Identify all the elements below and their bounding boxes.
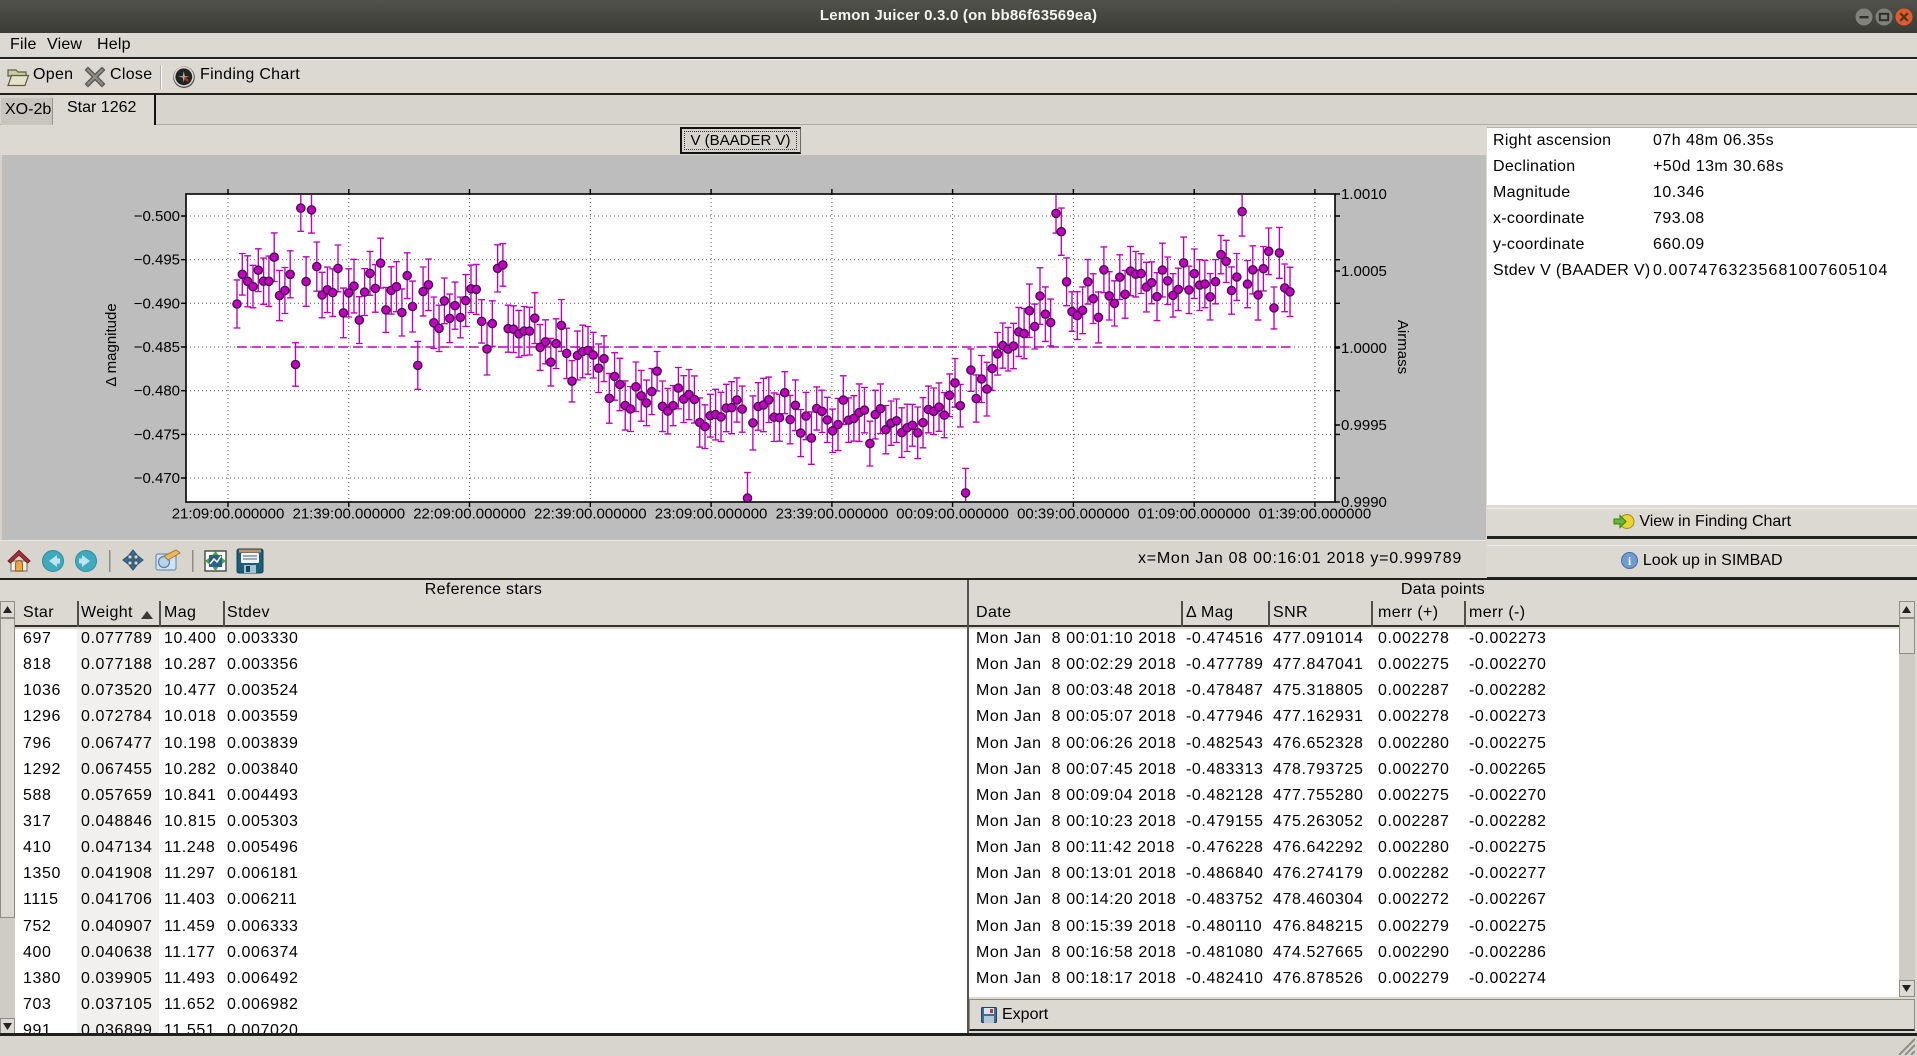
svg-text:23:09:00.000000: 23:09:00.000000 xyxy=(655,506,768,523)
svg-text:−0.500: −0.500 xyxy=(134,208,180,225)
svg-text:00:09:00.000000: 00:09:00.000000 xyxy=(896,506,1009,523)
svg-text:−0.470: −0.470 xyxy=(134,470,180,487)
svg-text:22:09:00.000000: 22:09:00.000000 xyxy=(413,506,526,523)
svg-text:00:39:00.000000: 00:39:00.000000 xyxy=(1017,506,1130,523)
svg-text:0.9995: 0.9995 xyxy=(1341,417,1387,434)
svg-text:−0.490: −0.490 xyxy=(134,295,180,312)
svg-text:−0.485: −0.485 xyxy=(134,339,180,356)
svg-text:21:09:00.000000: 21:09:00.000000 xyxy=(172,506,285,523)
svg-text:01:09:00.000000: 01:09:00.000000 xyxy=(1138,506,1251,523)
svg-text:−0.495: −0.495 xyxy=(134,252,180,269)
svg-text:1.0005: 1.0005 xyxy=(1341,263,1387,280)
svg-text:21:39:00.000000: 21:39:00.000000 xyxy=(292,506,405,523)
svg-text:Airmass: Airmass xyxy=(1394,320,1411,374)
svg-text:−0.480: −0.480 xyxy=(134,383,180,400)
svg-text:23:39:00.000000: 23:39:00.000000 xyxy=(776,506,889,523)
svg-text:−0.475: −0.475 xyxy=(134,426,180,443)
svg-text:01:39:00.000000: 01:39:00.000000 xyxy=(1259,506,1372,523)
svg-text:1.0010: 1.0010 xyxy=(1341,186,1387,203)
svg-text:1.0000: 1.0000 xyxy=(1341,340,1387,357)
svg-text:Δ magnitude: Δ magnitude xyxy=(103,303,120,386)
svg-text:22:39:00.000000: 22:39:00.000000 xyxy=(534,506,647,523)
